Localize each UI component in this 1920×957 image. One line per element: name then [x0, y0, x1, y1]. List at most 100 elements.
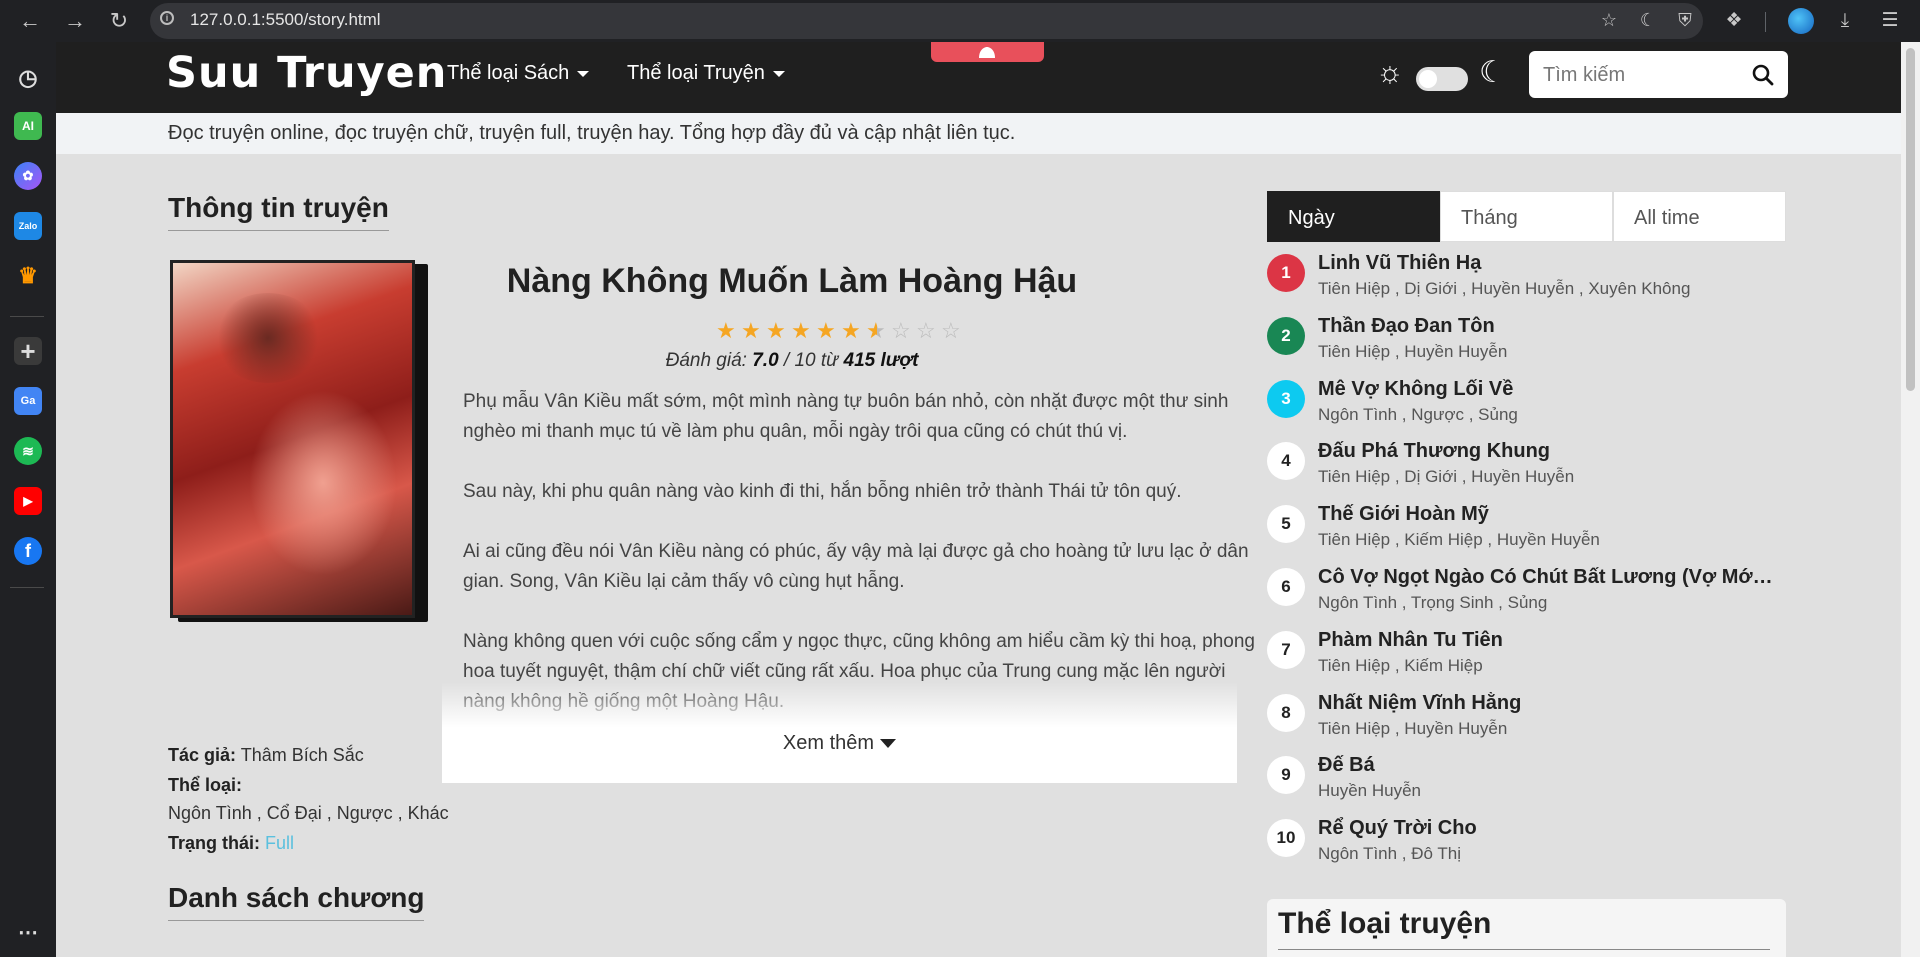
tab-all-time[interactable]: All time — [1613, 191, 1786, 242]
ranking-item[interactable]: 3 Mê Vợ Không Lối Về Ngôn Tình , Ngược , S… — [1267, 378, 1786, 440]
rank-title[interactable]: Rể Quý Trời Cho — [1318, 817, 1778, 840]
show-more-button[interactable]: Xem thêm — [442, 732, 1237, 755]
more-icon[interactable]: ⋯ — [14, 919, 42, 947]
moon-icon: ☾ — [1479, 56, 1506, 89]
menu-story-genres[interactable]: Thể loại Truyện — [627, 62, 785, 85]
genre-list[interactable]: Ngôn Tình , Cổ Đại , Ngược , Khác — [168, 803, 449, 824]
site-header: Suu Truyen Thể loại Sách Thể loại Truyện… — [56, 42, 1901, 113]
rank-number: 5 — [1267, 505, 1305, 544]
ranking-item[interactable]: 10 Rể Quý Trời Cho Ngôn Tình , Đô Thị — [1267, 817, 1786, 879]
add-icon[interactable]: + — [14, 337, 42, 365]
rank-number: 10 — [1267, 819, 1305, 858]
profile-icon[interactable] — [1788, 8, 1814, 34]
rating-stars[interactable]: ★ ★ ★ ★ ★ ★ ★ ☆ ☆ ☆ — [716, 320, 966, 342]
theme-toggle[interactable] — [1416, 67, 1468, 91]
crown-icon[interactable]: ♛ — [14, 262, 42, 290]
download-icon[interactable]: ⤓ — [1832, 8, 1858, 34]
ranking-item[interactable]: 1 Linh Vũ Thiên Hạ Tiên Hiệp , Dị Giới , H… — [1267, 252, 1786, 314]
menu-icon[interactable]: ☰ — [1877, 8, 1903, 34]
book-cover — [170, 260, 428, 622]
sidebar-divider — [10, 587, 44, 588]
messenger-icon[interactable]: ✿ — [14, 162, 42, 190]
story-title: Nàng Không Muốn Làm Hoàng Hậu — [506, 262, 1078, 300]
tagline-bar: Đọc truyện online, đọc truyện chữ, truyệ… — [56, 113, 1901, 154]
browser-toolbar: ← → ↻ i 127.0.0.1:5500/story.html ☆ ☾ ⛨ … — [0, 0, 1920, 42]
star-icon[interactable]: ★ — [816, 320, 838, 342]
tab-month[interactable]: Tháng — [1440, 191, 1613, 242]
rating-summary: Đánh giá: 7.0 / 10 từ 415 lượt — [436, 350, 1148, 372]
rank-number: 1 — [1267, 254, 1305, 292]
rank-title[interactable]: Mê Vợ Không Lối Về — [1318, 378, 1778, 401]
extensions-icon[interactable]: ❖ — [1721, 8, 1747, 34]
ranking-item[interactable]: 2 Thần Đạo Đan Tôn Tiên Hiệp , Huyền Huyễn — [1267, 315, 1786, 377]
ranking-item[interactable]: 9 Đế Bá Huyền Huyễn — [1267, 754, 1786, 816]
rank-title[interactable]: Cô Vợ Ngọt Ngào Có Chút Bất Lương (Vợ Mớ… — [1318, 566, 1778, 589]
show-more-label: Xem thêm — [782, 732, 875, 754]
scrollbar-thumb[interactable] — [1906, 48, 1915, 391]
history-icon[interactable]: ◷ — [14, 64, 42, 92]
zalo-icon[interactable]: Zalo — [14, 212, 42, 240]
rank-number: 3 — [1267, 379, 1305, 418]
forward-icon[interactable]: → — [61, 7, 89, 35]
info-icon[interactable]: i — [160, 11, 174, 25]
status-row: Trạng thái: Full — [168, 833, 294, 854]
status-label: Trạng thái: — [168, 833, 261, 853]
ranking-item[interactable]: 8 Nhất Niệm Vĩnh Hằng Tiên Hiệp , Huyền Hu… — [1267, 692, 1786, 754]
star-icon[interactable]: ★ — [841, 320, 863, 342]
url-text[interactable]: 127.0.0.1:5500/story.html — [190, 10, 381, 30]
ranking-item[interactable]: 7 Phàm Nhân Tu Tiên Tiên Hiệp , Kiếm Hiệp — [1267, 629, 1786, 691]
star-icon[interactable]: ☆ — [916, 320, 938, 342]
rank-number: 7 — [1267, 630, 1305, 669]
search-input[interactable] — [1543, 61, 1743, 89]
ai-icon[interactable]: AI — [14, 112, 42, 140]
categories-box: Thể loại truyện — [1267, 899, 1786, 957]
ranking-item[interactable]: 6 Cô Vợ Ngọt Ngào Có Chút Bất Lương (Vợ M… — [1267, 566, 1786, 628]
cover-image — [170, 260, 415, 618]
rank-genres: Tiên Hiệp , Dị Giới , Huyền Huyễn , Xuyê… — [1318, 279, 1691, 298]
menu-label: Thể loại Sách — [447, 62, 570, 84]
moon-icon[interactable]: ☾ — [1636, 8, 1660, 32]
ranking-item[interactable]: 4 Đấu Phá Thương Khung Tiên Hiệp , Dị Giới… — [1267, 440, 1786, 502]
star-icon[interactable]: ★ — [866, 320, 888, 342]
rank-title[interactable]: Nhất Niệm Vĩnh Hằng — [1318, 692, 1778, 715]
back-icon[interactable]: ← — [16, 7, 44, 35]
rank-title[interactable]: Thế Giới Hoàn Mỹ — [1318, 503, 1778, 526]
site-tagline: Đọc truyện online, đọc truyện chữ, truyệ… — [168, 122, 1016, 144]
tab-day[interactable]: Ngày — [1267, 191, 1440, 242]
star-icon[interactable]: ☆ — [941, 320, 963, 342]
genre-label: Thể loại: — [168, 775, 243, 795]
reload-icon[interactable]: ↻ — [105, 7, 133, 35]
star-icon[interactable]: ★ — [741, 320, 763, 342]
rating-votes: 415 lượt — [843, 350, 919, 371]
ranking-item[interactable]: 5 Thế Giới Hoàn Mỹ Tiên Hiệp , Kiếm Hiệp ,… — [1267, 503, 1786, 565]
youtube-icon[interactable]: ▶ — [14, 487, 42, 515]
description-paragraph: Phụ mẫu Vân Kiều mất sớm, một mình nàng … — [463, 391, 1229, 442]
star-icon[interactable]: ★ — [716, 320, 738, 342]
star-icon[interactable]: ★ — [766, 320, 788, 342]
spotify-icon[interactable]: ≋ — [14, 437, 42, 465]
translate-icon[interactable]: Gа — [14, 387, 42, 415]
author-name[interactable]: Thâm Bích Sắc — [241, 745, 364, 765]
shield-icon[interactable]: ⛨ — [1673, 8, 1697, 32]
status-value: Full — [265, 833, 295, 853]
search-icon[interactable] — [1751, 63, 1775, 87]
address-bar[interactable] — [150, 3, 1703, 39]
rank-title[interactable]: Phàm Nhân Tu Tiên — [1318, 629, 1778, 652]
rank-title[interactable]: Linh Vũ Thiên Hạ — [1318, 252, 1778, 275]
rating-label: Đánh giá: — [665, 350, 747, 371]
chevron-down-icon — [577, 70, 590, 77]
bookmark-star-icon[interactable]: ☆ — [1597, 8, 1621, 32]
star-icon[interactable]: ☆ — [891, 320, 913, 342]
rank-number: 8 — [1267, 693, 1305, 732]
toolbar-divider — [1765, 12, 1766, 32]
page-scrollbar[interactable] — [1901, 42, 1920, 957]
rank-title[interactable]: Thần Đạo Đan Tôn — [1318, 315, 1778, 338]
ranking-tabs: Ngày Tháng All time — [1267, 191, 1786, 242]
rank-title[interactable]: Đế Bá — [1318, 754, 1778, 777]
description-paragraph: Sau này, khi phu quân nàng vào kinh đi t… — [463, 481, 1182, 502]
star-icon[interactable]: ★ — [791, 320, 813, 342]
menu-book-genres[interactable]: Thể loại Sách — [447, 62, 590, 85]
site-logo[interactable]: Suu Truyen — [166, 48, 447, 98]
facebook-icon[interactable]: f — [14, 537, 42, 565]
rank-title[interactable]: Đấu Phá Thương Khung — [1318, 440, 1778, 463]
